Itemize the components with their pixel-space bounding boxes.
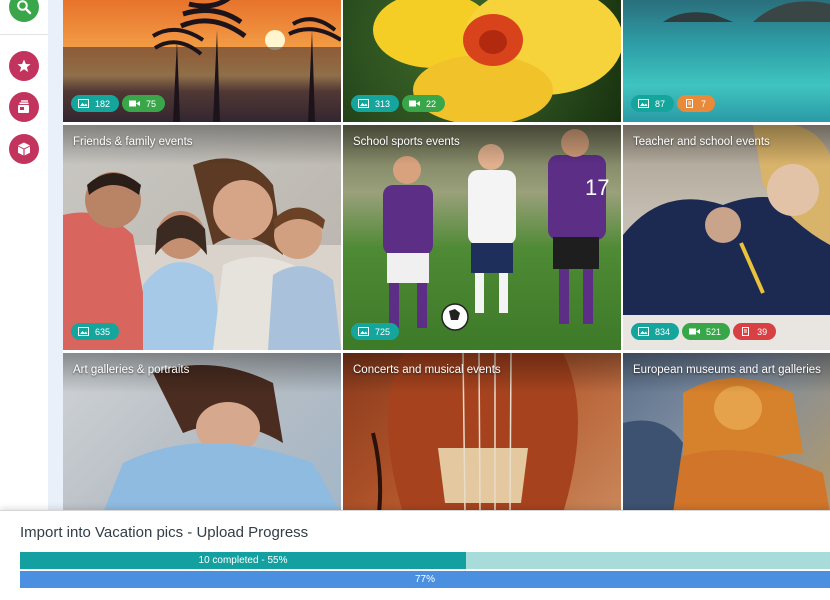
album-title: Friends & family events [73,136,193,148]
album-tile-flower[interactable]: 313 22 [343,0,621,122]
video-icon [409,100,421,107]
search-icon [17,0,32,15]
video-icon [689,328,701,335]
video-icon [129,100,141,107]
album-tile-art-galleries[interactable]: Art galleries & portraits [63,353,341,513]
image-icon [78,327,89,336]
album-title: Teacher and school events [633,136,770,148]
document-icon [742,327,750,336]
document-count-badge: 39 [733,323,777,340]
rail-divider [0,34,48,35]
star-icon [17,59,31,72]
image-count-badge: 87 [631,95,675,112]
image-count-badge: 313 [351,95,400,112]
upload-total-progress-label: 77% [414,574,435,585]
svg-text:17: 17 [585,175,609,200]
album-tile-european-museums[interactable]: European museums and art galleries [623,353,830,513]
upload-count-progress-bar: 10 completed - 55% [20,552,830,569]
search-button[interactable] [9,0,39,22]
video-count-badge: 75 [122,95,166,112]
media-counts: 635 [71,323,120,340]
media-counts: 313 22 [351,95,446,112]
upload-total-progress-bar: 77% [20,571,830,588]
box-icon [18,142,30,156]
album-tile-sunset[interactable]: 182 75 [63,0,341,122]
album-tile-teacher-school[interactable]: Teacher and school events 834 521 39 [623,125,830,350]
image-count-badge: 635 [71,323,120,340]
image-icon [638,327,649,336]
image-count-badge: 725 [351,323,400,340]
album-title: European museums and art galleries [633,364,821,376]
album-tile-friends-family[interactable]: Friends & family events 635 [63,125,341,350]
album-title: School sports events [353,136,460,148]
upload-count-progress-label: 10 completed - 55% [198,555,288,566]
album-tile-school-sports[interactable]: 17 School sports events 725 [343,125,621,350]
image-icon [78,99,89,108]
video-count-badge: 521 [682,323,731,340]
collections-button[interactable] [9,92,39,122]
image-count-badge: 182 [71,95,120,112]
image-count-badge: 834 [631,323,680,340]
media-counts: 87 7 [631,95,716,112]
app-window: 182 75 313 22 87 7 Friends & family even… [0,0,830,600]
media-counts: 182 75 [71,95,166,112]
album-title: Art galleries & portraits [73,364,190,376]
archive-button[interactable] [9,134,39,164]
album-tile-sea[interactable]: 87 7 [623,0,830,122]
cards-icon [18,100,29,113]
upload-progress-title: Import into Vacation pics - Upload Progr… [20,524,309,541]
upload-progress-panel: Import into Vacation pics - Upload Progr… [0,510,830,600]
image-icon [638,99,649,108]
document-count-badge: 7 [677,95,716,112]
media-counts: 725 [351,323,400,340]
document-icon [686,99,694,108]
favorites-button[interactable] [9,51,39,81]
video-count-badge: 22 [402,95,446,112]
media-counts: 834 521 39 [631,323,777,340]
album-tile-concerts[interactable]: Concerts and musical events [343,353,621,513]
album-title: Concerts and musical events [353,364,501,376]
image-icon [358,99,369,108]
image-icon [358,327,369,336]
